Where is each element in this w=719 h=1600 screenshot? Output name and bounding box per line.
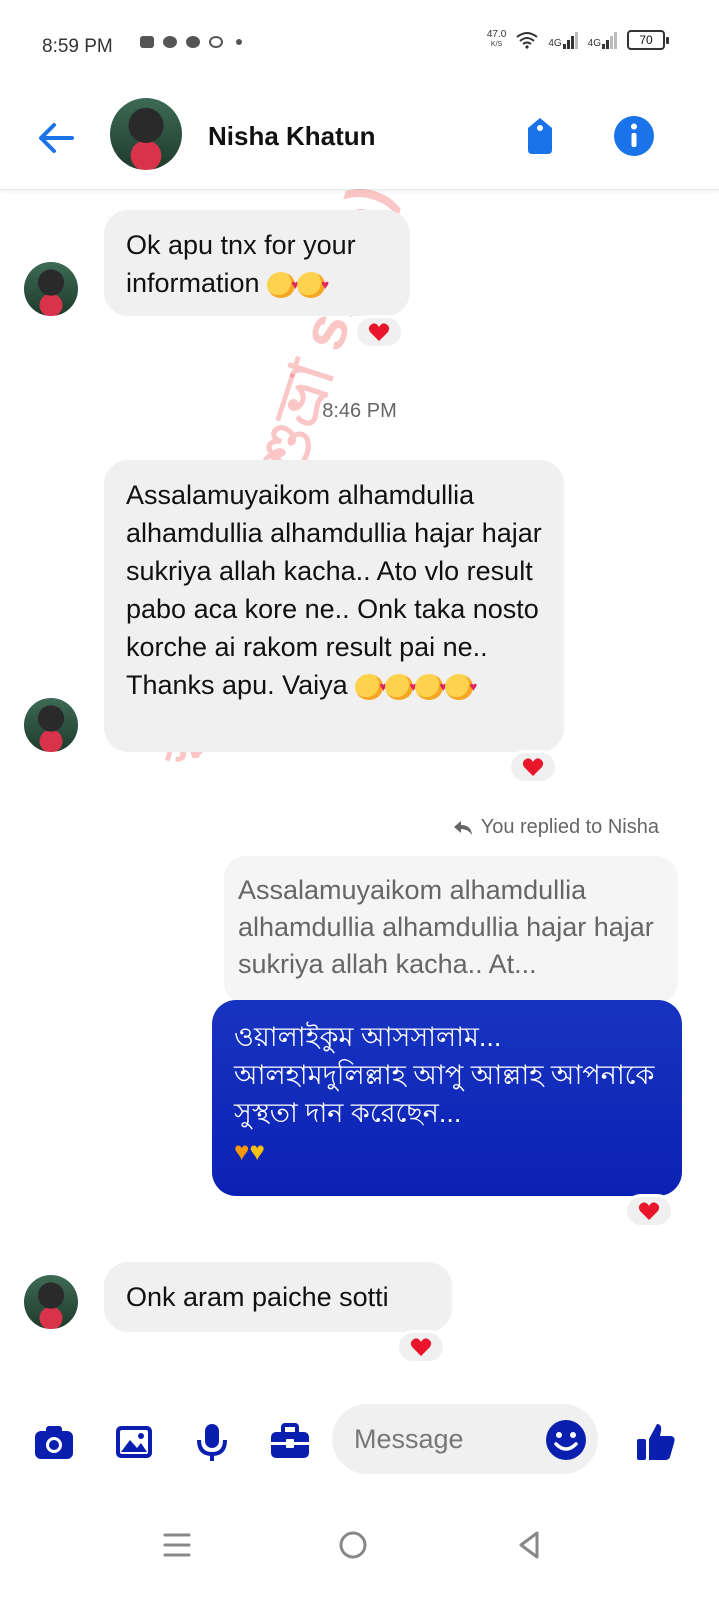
home-button[interactable] — [328, 1520, 378, 1570]
reply-note-text: You replied to Nisha — [480, 816, 659, 838]
wifi-icon — [516, 32, 538, 49]
chat-header: Nisha Khatun — [0, 90, 719, 190]
reply-note: You replied to Nisha — [453, 816, 659, 839]
net-speed-unit: K/S — [490, 41, 503, 48]
sender-avatar[interactable] — [24, 1275, 78, 1329]
smiling-hearts-emoji-icon — [385, 668, 417, 706]
incoming-message[interactable]: Ok apu tnx for your information — [104, 210, 410, 316]
heart-reaction[interactable] — [624, 1194, 674, 1228]
notification-icons — [140, 36, 242, 48]
call-button[interactable] — [518, 114, 562, 158]
timestamp: 8:46 PM — [322, 400, 397, 422]
outgoing-message[interactable]: ওয়ালাইকুম আসসালাম... আলহামদুলিল্লাহ আপু… — [212, 1000, 682, 1196]
incoming-message[interactable]: Assalamuyaikom alhamdullia alhamdullia a… — [104, 460, 564, 752]
apps-button[interactable] — [268, 1420, 312, 1464]
system-nav-bar — [0, 1490, 719, 1600]
signal-2-label: 4G — [587, 37, 601, 49]
back-button[interactable] — [34, 116, 78, 160]
signal-1-label: 4G — [548, 37, 562, 49]
voice-button[interactable] — [190, 1420, 234, 1464]
signal-2: 4G — [587, 31, 617, 49]
status-bar: 8:59 PM 47.0 K/S 4G 4G 70 — [0, 0, 719, 90]
incoming-message[interactable]: Onk aram paiche sotti — [104, 1262, 452, 1332]
info-icon — [614, 116, 654, 156]
status-right: 47.0 K/S 4G 4G 70 — [487, 30, 669, 50]
yellow-heart-emoji-icon: ♥ — [249, 1136, 265, 1166]
back-nav-button[interactable] — [504, 1520, 554, 1570]
battery-indicator: 70 — [627, 30, 669, 50]
quoted-message[interactable]: Assalamuyaikom alhamdullia alhamdullia a… — [224, 856, 678, 1004]
recents-button[interactable] — [152, 1520, 202, 1570]
message-text: Assalamuyaikom alhamdullia alhamdullia a… — [126, 480, 542, 700]
game-icon — [140, 36, 154, 48]
net-speed: 47.0 K/S — [487, 30, 506, 50]
heart-icon — [638, 1202, 660, 1220]
smiley-icon — [546, 1420, 586, 1460]
menu-icon — [163, 1533, 191, 1557]
reply-arrow-icon — [453, 820, 472, 835]
sender-avatar[interactable] — [24, 698, 78, 752]
heart-icon — [368, 323, 390, 341]
heart-icon — [410, 1338, 432, 1356]
message-text: Onk aram paiche sotti — [126, 1282, 389, 1312]
messenger-icon — [186, 36, 200, 48]
orange-heart-emoji-icon: ♥ — [234, 1136, 250, 1166]
sync-icon — [209, 36, 223, 48]
heart-icon — [522, 758, 544, 776]
thumbs-up-icon — [637, 1424, 675, 1460]
signal-1: 4G — [548, 31, 578, 49]
smiling-hearts-emoji-icon — [415, 668, 447, 706]
message-composer — [0, 1400, 719, 1484]
image-icon — [116, 1426, 152, 1458]
smiling-hearts-emoji-icon — [297, 266, 329, 304]
emoji-button[interactable] — [544, 1418, 588, 1462]
heart-reaction[interactable] — [396, 1330, 446, 1364]
sender-avatar[interactable] — [24, 262, 78, 316]
contact-name[interactable]: Nisha Khatun — [208, 121, 376, 152]
more-notifications-dot — [236, 39, 242, 45]
contact-avatar[interactable] — [110, 98, 182, 170]
smiling-hearts-emoji-icon — [267, 266, 299, 304]
microphone-icon — [197, 1424, 227, 1461]
like-button[interactable] — [634, 1420, 678, 1464]
chat-icon — [163, 36, 177, 48]
home-circle-icon — [339, 1531, 367, 1559]
net-speed-value: 47.0 — [486, 29, 507, 40]
smiling-hearts-emoji-icon — [445, 668, 477, 706]
gallery-button[interactable] — [112, 1420, 156, 1464]
triangle-back-icon — [519, 1531, 539, 1559]
phone-tag-icon — [528, 118, 552, 154]
message-text: ওয়ালাইকুম আসসালাম... আলহামদুলিল্লাহ আপু… — [234, 1022, 655, 1128]
heart-reaction[interactable] — [354, 315, 404, 349]
heart-reaction[interactable] — [508, 750, 558, 784]
camera-button[interactable] — [32, 1420, 76, 1464]
camera-icon — [35, 1426, 73, 1459]
smiling-hearts-emoji-icon — [355, 668, 387, 706]
arrow-left-icon — [39, 123, 74, 153]
briefcase-icon — [271, 1423, 309, 1458]
status-time: 8:59 PM — [42, 36, 113, 57]
info-button[interactable] — [612, 114, 656, 158]
